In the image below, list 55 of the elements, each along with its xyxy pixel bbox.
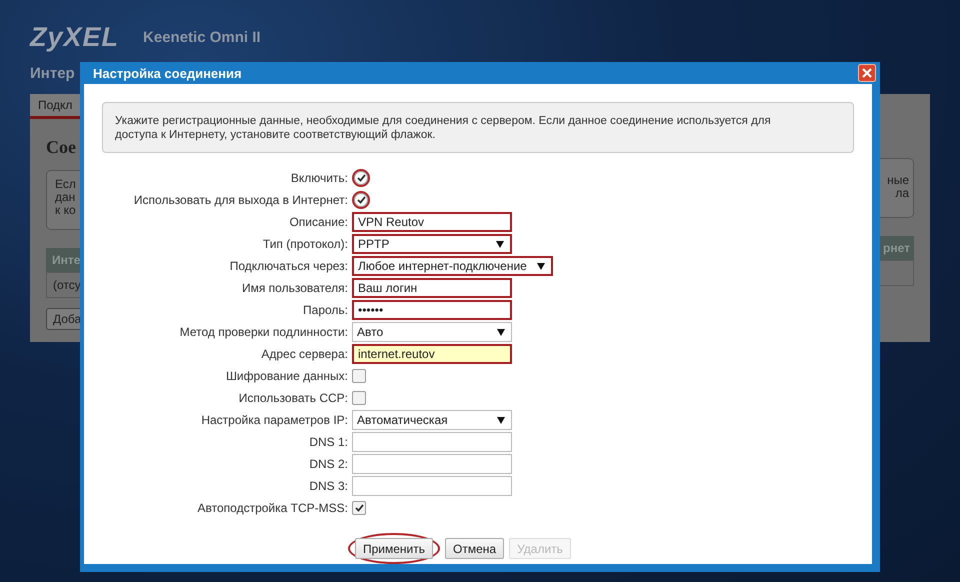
- field-label: Включить:: [290, 170, 348, 187]
- field-label: Пароль:: [302, 302, 348, 319]
- field-label: Описание:: [288, 214, 348, 231]
- field-label: DNS 2:: [308, 456, 348, 473]
- table-header: рнет: [880, 236, 914, 260]
- field-label: DNS 1:: [308, 434, 348, 451]
- field-label: Метод проверки подлинности:: [178, 324, 348, 341]
- caret-icon: [496, 240, 504, 248]
- model-name: Keenetic Omni II: [143, 29, 261, 46]
- brand-logo: ZyXEL: [30, 22, 120, 53]
- field-label: Настройка параметров IP:: [200, 412, 348, 429]
- field-label: Подключаться через:: [228, 258, 348, 275]
- caret-icon: [497, 328, 505, 336]
- close-icon[interactable]: [858, 64, 876, 82]
- field-label: Тип (протокол):: [262, 236, 348, 253]
- input-field[interactable]: [352, 476, 512, 496]
- checkbox[interactable]: [352, 369, 366, 383]
- dropdown-field[interactable]: Любое интернет-подключение: [352, 256, 553, 276]
- dropdown-field[interactable]: Авто: [352, 322, 512, 342]
- add-button[interactable]: Доба: [46, 308, 80, 330]
- info-text: Есл: [55, 178, 77, 191]
- input-field[interactable]: [352, 432, 512, 452]
- dialog-title: Настройка соединения: [93, 66, 242, 80]
- field-label: Адрес сервера:: [260, 346, 348, 363]
- dropdown-field[interactable]: PPTP: [352, 234, 512, 254]
- input-field[interactable]: VPN Reutov: [352, 212, 512, 232]
- field-label: DNS 3:: [308, 478, 348, 495]
- page-heading: Интер: [30, 65, 75, 82]
- instruction-text: Укажите регистрационные данные, необходимые для соединения с сервером. Если данное соединение используется для доступа к Интернету, установите соответствующий флажок.: [102, 102, 854, 153]
- dropdown-field[interactable]: Автоматическая: [352, 410, 512, 430]
- info-text: ла: [895, 187, 909, 200]
- password-field[interactable]: ••••••: [352, 300, 512, 320]
- field-label: Шифрование данных:: [224, 368, 348, 385]
- input-field[interactable]: Ваш логин: [352, 278, 512, 298]
- checkbox[interactable]: [352, 501, 366, 515]
- caret-icon: [497, 416, 505, 424]
- caret-icon: [536, 262, 545, 270]
- input-field[interactable]: [352, 454, 512, 474]
- checkmark-icon: [356, 174, 366, 182]
- checkmark-icon: [354, 504, 364, 512]
- field-label: Использовать CCP:: [238, 390, 348, 407]
- info-text: ные: [887, 174, 909, 187]
- section-title: Сое: [46, 137, 77, 158]
- info-text: к ко: [55, 204, 77, 217]
- checkbox[interactable]: [352, 391, 366, 405]
- checkmark-icon: [356, 196, 366, 204]
- cancel-button[interactable]: Отмена: [445, 538, 504, 559]
- apply-button[interactable]: Применить: [355, 538, 434, 559]
- field-label: Автоподстройка TCP-MSS:: [196, 500, 348, 517]
- table-header: Инте: [46, 248, 80, 272]
- field-label: Использовать для выхода в Интернет:: [132, 192, 348, 209]
- field-label: Имя пользователя:: [240, 280, 348, 297]
- info-text: дан: [55, 191, 76, 204]
- input-field[interactable]: internet.reutov: [352, 344, 512, 364]
- page-tab[interactable]: Подкл: [30, 94, 80, 119]
